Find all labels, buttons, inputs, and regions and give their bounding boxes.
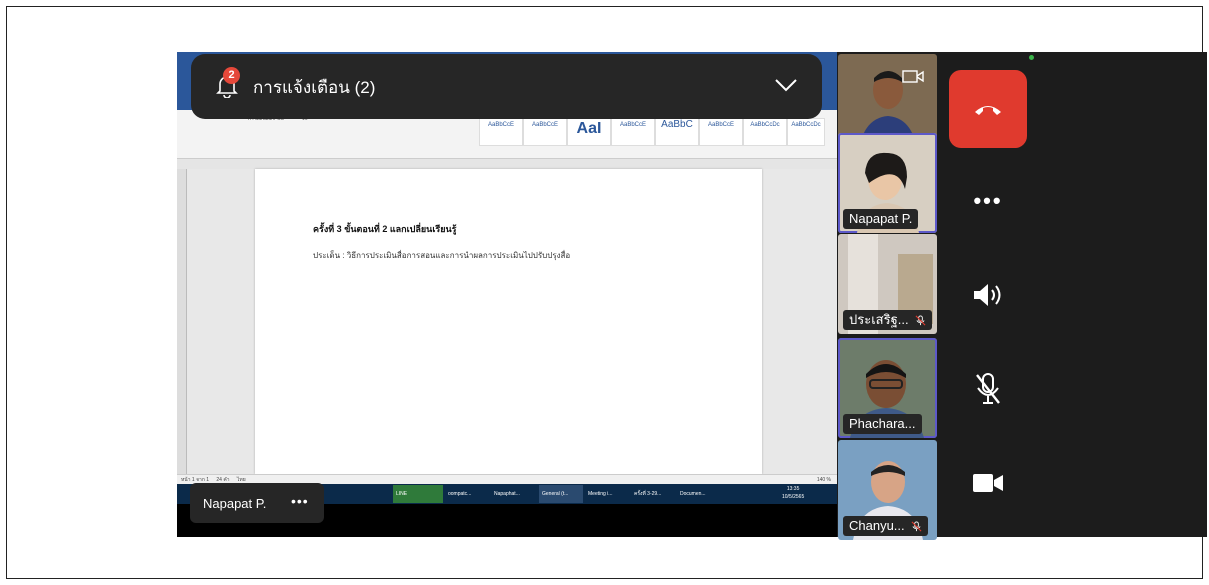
more-options-button[interactable]: ••• <box>291 493 309 509</box>
document-heading: ครั้งที่ 3 ขั้นตอนที่ 2 แลกเปลี่ยนเรียนร… <box>313 224 457 234</box>
taskbar-item-5[interactable]: Meeting i... <box>585 485 629 503</box>
participant-name-tag: Chanyu... <box>843 516 929 536</box>
participant-name: ประเสริฐ... <box>849 312 909 327</box>
participant-name-tag: ประเสริฐ... <box>843 310 933 330</box>
phone-hangup-icon <box>975 106 1001 115</box>
participant-name: Chanyu... <box>849 518 905 533</box>
more-dots-icon: ••• <box>973 188 1003 213</box>
style-6: AaBbCcE <box>699 118 743 146</box>
style-7: AaBbCcDc <box>743 118 787 146</box>
style-3: AaI <box>567 118 611 146</box>
style-1: AaBbCcE <box>479 118 523 146</box>
connection-indicator <box>1029 55 1034 60</box>
taskbar-item-7[interactable]: Documen... <box>677 485 721 503</box>
mic-muted-icon <box>915 315 926 326</box>
camera-switch-icon[interactable] <box>902 68 924 84</box>
participant-name-tag: Napapat P. <box>843 209 919 229</box>
notification-title: การแจ้งเตือน (2) <box>253 78 376 97</box>
speaker-icon <box>974 284 1001 306</box>
document-body: ประเด็น : วิธีการประเมินสื่อการสอนและการ… <box>313 251 571 260</box>
shared-screen[interactable]: TH SarabunPSU 16 AaBbCcE AaBbCcE AaI AaB… <box>177 52 837 537</box>
taskbar-item-2[interactable]: oompatc... <box>445 485 489 503</box>
vertical-ruler <box>177 169 187 474</box>
style-8: AaBbCcDc <box>787 118 825 146</box>
mic-muted-icon <box>911 521 922 532</box>
style-4: AaBbCcE <box>611 118 655 146</box>
video-button[interactable] <box>949 444 1027 522</box>
document-page[interactable] <box>255 169 762 474</box>
taskbar-date: 10/5/2565 <box>782 494 805 500</box>
taskbar-clock: 13:35 10/5/2565 <box>782 485 804 501</box>
taskbar-item-6[interactable]: ครั้งที่ 3-29... <box>631 485 675 503</box>
chevron-down-icon[interactable] <box>774 78 798 92</box>
taskbar-item-line[interactable]: LINE <box>393 485 443 503</box>
participant-tile-4[interactable]: Phachara... <box>838 338 937 438</box>
taskbar-item-4[interactable]: General (t... <box>539 485 583 503</box>
more-button[interactable]: ••• <box>949 162 1027 240</box>
participant-tile-3[interactable]: ประเสริฐ... <box>838 234 937 334</box>
notification-badge: 2 <box>223 67 240 84</box>
participant-tile-2[interactable]: Napapat P. <box>838 133 937 233</box>
participant-tile-5[interactable]: Chanyu... <box>838 440 937 540</box>
participant-name: Phachara... <box>849 416 916 431</box>
participant-name: Napapat P. <box>849 211 913 226</box>
end-call-button[interactable] <box>949 70 1027 148</box>
speaker-button[interactable] <box>949 256 1027 334</box>
taskbar-item-3[interactable]: Napaphat... <box>491 485 537 503</box>
style-5: AaBbC <box>655 118 699 146</box>
taskbar-time: 13:35 <box>786 486 800 492</box>
notification-banner[interactable]: 2 การแจ้งเตือน (2) <box>191 54 822 119</box>
style-2: AaBbCcE <box>523 118 567 146</box>
mute-button[interactable] <box>949 350 1027 428</box>
video-camera-icon <box>973 474 1003 492</box>
mic-off-icon <box>976 373 1000 404</box>
presenter-name-tag[interactable]: Napapat P. ••• <box>190 483 324 523</box>
presenter-name: Napapat P. <box>203 496 267 511</box>
participant-name-tag: Phachara... <box>843 414 922 434</box>
